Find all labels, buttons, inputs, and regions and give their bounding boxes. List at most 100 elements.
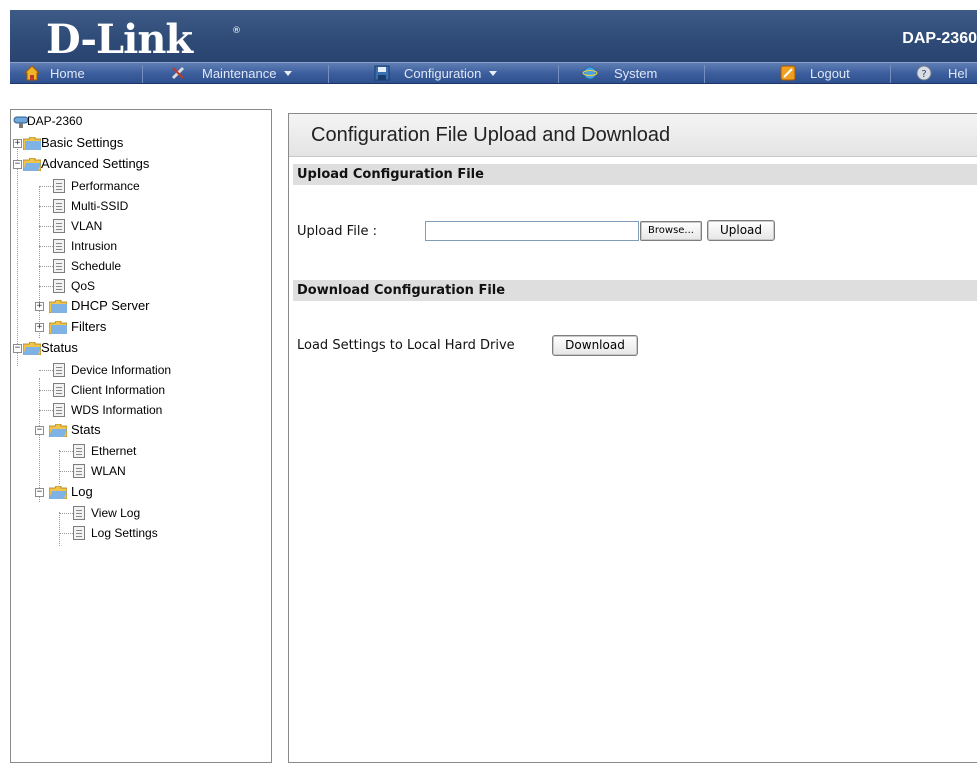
menu-divider (142, 65, 143, 83)
download-button[interactable]: Download (552, 335, 638, 356)
open-folder-icon (49, 486, 67, 499)
menu-help[interactable]: ? Hel (916, 63, 968, 85)
svg-text:?: ? (921, 69, 926, 80)
home-icon (24, 65, 40, 81)
folder-icon (49, 300, 67, 313)
tree-connector (39, 206, 53, 207)
tree-item-label: WLAN (91, 464, 126, 478)
open-folder-icon (23, 342, 41, 355)
open-folder-icon (23, 158, 41, 171)
tree-item-label: VLAN (71, 219, 103, 233)
tree-item-label: Device Information (71, 363, 172, 377)
tree-root-label: DAP-2360 (27, 114, 83, 128)
model-name: DAP-2360 (902, 30, 977, 47)
collapse-icon[interactable]: − (35, 488, 44, 497)
menu-maintenance[interactable]: Maintenance (170, 63, 293, 85)
tree-item-label: QoS (71, 279, 96, 293)
tree-connector (59, 450, 60, 484)
browse-button[interactable]: Browse... (640, 221, 702, 241)
tree-advanced-settings-label: Advanced Settings (41, 156, 150, 171)
upload-button[interactable]: Upload (707, 220, 775, 241)
tree-item-label: Client Information (71, 383, 166, 397)
tree-connector (39, 186, 40, 338)
menu-divider (558, 65, 559, 83)
tree-log[interactable]: − Log (35, 483, 255, 501)
collapse-icon[interactable]: − (13, 344, 22, 353)
tree-item-client-information[interactable]: Client Information (39, 381, 251, 399)
tree-item-intrusion[interactable]: Intrusion (39, 237, 241, 255)
page-icon (73, 506, 85, 520)
tree-connector (59, 513, 73, 514)
menu-divider (328, 65, 329, 83)
tree-connector (39, 266, 53, 267)
tree-item-multi-ssid[interactable]: Multi-SSID (39, 197, 241, 215)
registered-mark: ® (232, 26, 241, 36)
menu-maintenance-label: Maintenance (202, 66, 277, 81)
page-icon (73, 526, 85, 540)
tree-connector (39, 226, 53, 227)
tree-basic-settings[interactable]: + Basic Settings (13, 134, 253, 152)
expand-icon[interactable]: + (35, 323, 44, 332)
tree-item-performance[interactable]: Performance (39, 177, 241, 195)
tree-item-vlan[interactable]: VLAN (39, 217, 241, 235)
collapse-icon[interactable]: − (35, 426, 44, 435)
collapse-icon[interactable]: − (13, 160, 22, 169)
help-icon: ? (916, 65, 932, 81)
menu-system[interactable]: System (582, 63, 657, 85)
tree-dhcp-server-label: DHCP Server (71, 298, 150, 313)
tree-item-wds-information[interactable]: WDS Information (39, 401, 251, 419)
tree-connector (59, 451, 73, 452)
tree-status-label: Status (41, 340, 78, 355)
tree-item-label: Ethernet (91, 444, 137, 458)
tree-filters-label: Filters (71, 319, 107, 334)
chevron-down-icon (284, 71, 293, 76)
tree-advanced-settings[interactable]: − Advanced Settings (13, 155, 253, 173)
menu-divider (890, 65, 891, 83)
tree-root[interactable]: DAP-2360 (13, 112, 253, 130)
tree-item-view-log[interactable]: View Log (59, 504, 251, 522)
upload-section-header: Upload Configuration File (293, 164, 977, 185)
tree-connector (17, 144, 18, 366)
tree-stats-label: Stats (71, 422, 101, 437)
tree-connector (59, 533, 73, 534)
dlink-logo: D-Link (46, 16, 193, 63)
tree-item-wlan[interactable]: WLAN (59, 462, 251, 480)
menu-logout[interactable]: Logout (780, 63, 850, 85)
upload-file-input[interactable] (425, 221, 639, 241)
tree-stats[interactable]: − Stats (35, 421, 255, 439)
tree-item-label: WDS Information (71, 403, 163, 417)
content-panel: Configuration File Upload and Download U… (288, 113, 977, 763)
open-folder-icon (49, 424, 67, 437)
tree-item-log-settings[interactable]: Log Settings (59, 524, 251, 542)
expand-icon[interactable]: + (13, 139, 22, 148)
tree-item-label: Intrusion (71, 239, 118, 253)
folder-icon (49, 321, 67, 334)
tree-item-label: Log Settings (91, 526, 158, 540)
tree-item-qos[interactable]: QoS (39, 277, 241, 295)
tree-item-ethernet[interactable]: Ethernet (59, 442, 251, 460)
menu-help-label: Hel (948, 66, 968, 81)
menu-divider (704, 65, 705, 83)
tree-item-label: Multi-SSID (71, 199, 129, 213)
tree-connector (39, 410, 53, 411)
tree-filters[interactable]: + Filters (35, 318, 255, 336)
page-title: Configuration File Upload and Download (311, 124, 671, 146)
page-header: Configuration File Upload and Download (289, 114, 977, 157)
tree-dhcp-server[interactable]: + DHCP Server (35, 297, 255, 315)
tree-item-schedule[interactable]: Schedule (39, 257, 241, 275)
menu-home[interactable]: Home (24, 63, 85, 85)
navigation-tree: DAP-2360 + Basic Settings − Advanced Set… (10, 109, 272, 763)
upload-file-label: Upload File : (297, 224, 377, 239)
page-icon (53, 219, 65, 233)
tree-item-device-information[interactable]: Device Information (39, 361, 251, 379)
tree-connector (39, 390, 53, 391)
tree-status[interactable]: − Status (13, 339, 253, 357)
expand-icon[interactable]: + (35, 302, 44, 311)
tree-basic-settings-label: Basic Settings (41, 135, 124, 150)
menu-bar: Home Maintenance Configuration System Lo… (10, 62, 977, 84)
tools-icon (171, 66, 185, 80)
menu-system-label: System (614, 66, 658, 81)
header-bar: D-Link ® DAP-2360 (10, 10, 977, 62)
menu-home-label: Home (50, 66, 85, 81)
menu-configuration[interactable]: Configuration (374, 63, 498, 85)
